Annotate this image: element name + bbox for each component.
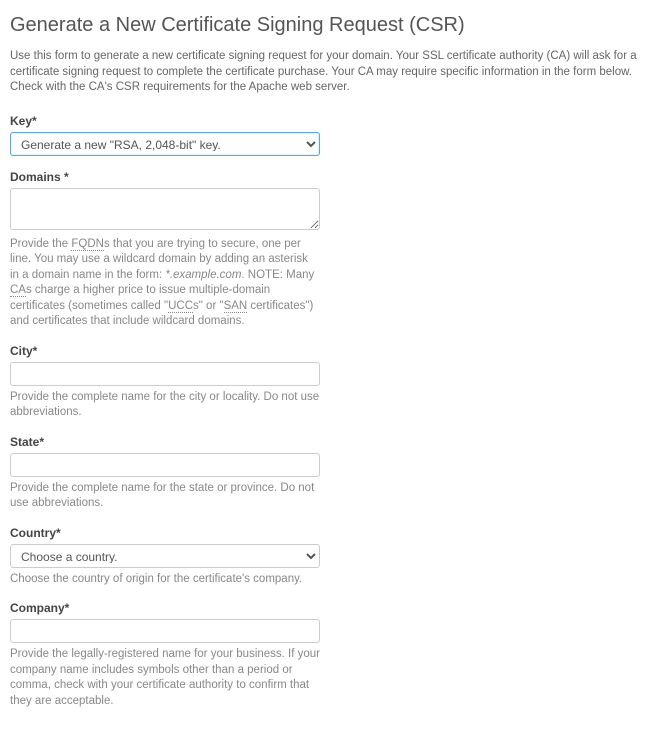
domains-label: Domains *	[10, 170, 320, 184]
state-label: State*	[10, 435, 320, 449]
ucc-abbr: UCC	[168, 300, 193, 313]
city-label: City*	[10, 344, 320, 358]
state-input[interactable]	[10, 453, 320, 477]
intro-text: Use this form to generate a new certific…	[10, 49, 640, 96]
city-input[interactable]	[10, 362, 320, 386]
company-help: Provide the legally-registered name for …	[10, 647, 320, 709]
state-help: Provide the complete name for the state …	[10, 481, 320, 512]
domains-help: Provide the FQDNs that you are trying to…	[10, 237, 320, 330]
key-select[interactable]: Generate a new "RSA, 2,048-bit" key.	[10, 132, 320, 156]
ca-abbr: CA	[10, 284, 26, 297]
san-abbr: SAN	[224, 300, 248, 313]
fqdn-abbr: FQDN	[71, 238, 104, 251]
company-input[interactable]	[10, 619, 320, 643]
key-label: Key*	[10, 114, 320, 128]
domains-textarea[interactable]	[10, 188, 320, 230]
country-help: Choose the country of origin for the cer…	[10, 572, 320, 588]
city-help: Provide the complete name for the city o…	[10, 390, 320, 421]
company-label: Company*	[10, 601, 320, 615]
page-title: Generate a New Certificate Signing Reque…	[10, 14, 640, 37]
country-select[interactable]: Choose a country.	[10, 544, 320, 568]
country-label: Country*	[10, 526, 320, 540]
